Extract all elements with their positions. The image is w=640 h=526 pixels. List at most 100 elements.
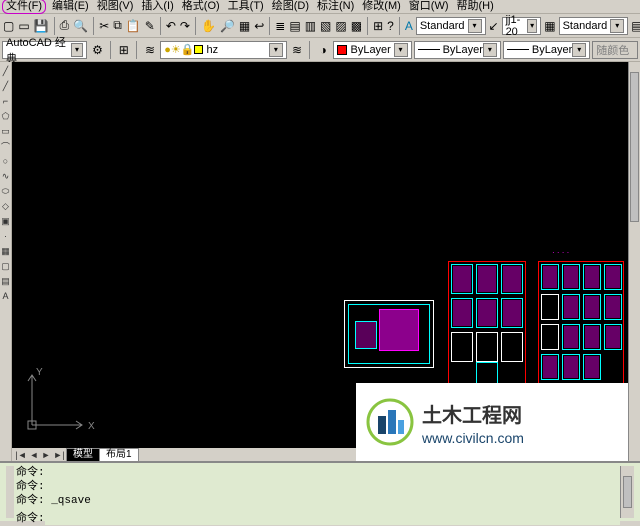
layermgr-icon[interactable]: ≋ xyxy=(142,41,158,59)
tablestyle-label: Standard xyxy=(563,20,608,32)
menu-view[interactable]: 视图(V) xyxy=(95,0,136,13)
layers-toolbar: AutoCAD 经典 ▾ ⚙ ⊞ ≋ ● ☀ 🔒 hz ▾ ≋ ◑ ByLaye… xyxy=(0,38,640,62)
logo-icon xyxy=(366,398,414,446)
properties-icon[interactable]: ≣ xyxy=(274,17,286,35)
cut-icon[interactable]: ✂ xyxy=(98,17,110,35)
zoomwin-icon[interactable]: ▦ xyxy=(238,17,251,35)
colorwheel-icon[interactable]: ◑ xyxy=(315,41,331,59)
tab-model[interactable]: 模型 xyxy=(66,448,100,461)
point-icon[interactable]: · xyxy=(1,229,11,243)
menu-file[interactable]: 文件(F) xyxy=(2,0,46,14)
plotstyle-dropdown[interactable]: 随颜色 xyxy=(592,41,638,59)
undo-icon[interactable]: ↶ xyxy=(165,17,177,35)
draw-toolbar: ╱ ╱ ⌐ ⬠ ▭ ⌒ ○ ∿ ⬭ ◇ ▣ · ▦ ▢ ▤ A xyxy=(0,62,12,461)
tab-nav-prev-icon[interactable]: ◄ xyxy=(28,448,40,462)
markup-icon[interactable]: ▨ xyxy=(334,17,347,35)
command-input[interactable] xyxy=(45,513,620,525)
open-icon[interactable]: ▭ xyxy=(17,17,30,35)
linetype-dropdown[interactable]: ByLayer ▾ xyxy=(414,41,501,59)
plot-icon[interactable]: ⎙ xyxy=(59,17,71,35)
region-icon[interactable]: ▢ xyxy=(1,259,11,273)
cmd-scrollbar[interactable] xyxy=(620,466,634,518)
color-dropdown[interactable]: ByLayer ▾ xyxy=(333,41,411,59)
menu-tools[interactable]: 工具(T) xyxy=(226,0,266,13)
tablestyle-icon[interactable]: ▦ xyxy=(543,17,556,35)
menu-dimension[interactable]: 标注(N) xyxy=(315,0,356,13)
circle-icon[interactable]: ○ xyxy=(1,154,11,168)
spline-icon[interactable]: ∿ xyxy=(1,169,11,183)
block-icon[interactable]: ▣ xyxy=(1,214,11,228)
zoom-icon[interactable]: 🔎 xyxy=(219,17,236,35)
tab-nav-first-icon[interactable]: |◄ xyxy=(14,448,28,462)
line-icon[interactable]: ╱ xyxy=(1,64,11,78)
xline-icon[interactable]: ╱ xyxy=(1,79,11,93)
lineweight-swatch xyxy=(507,49,529,50)
vertical-scrollbar[interactable] xyxy=(628,62,640,461)
scrollbar-thumb[interactable] xyxy=(630,72,639,222)
dimstyle2-icon[interactable]: ↙ xyxy=(488,17,500,35)
cmd-history-line: 命令: xyxy=(16,480,620,494)
scatter-marks: · · · · xyxy=(552,248,569,257)
dimstyle-icon[interactable]: A xyxy=(404,17,414,35)
sheetset-icon[interactable]: ▧ xyxy=(319,17,332,35)
plotstyle-label: 随颜色 xyxy=(596,42,629,58)
tab-nav-next-icon[interactable]: ► xyxy=(40,448,52,462)
tab-layout1[interactable]: 布局1 xyxy=(99,448,139,461)
tab-nav-last-icon[interactable]: ►| xyxy=(52,448,66,462)
toolpalette-icon[interactable]: ▥ xyxy=(304,17,317,35)
pan-icon[interactable]: ✋ xyxy=(200,17,217,35)
rect-icon[interactable]: ▭ xyxy=(1,124,11,138)
layer-dropdown[interactable]: ● ☀ 🔒 hz ▾ xyxy=(160,41,287,59)
separator xyxy=(160,17,161,35)
command-panel: 命令: 命令: 命令: _qsave 命令: xyxy=(0,461,640,521)
dimstyle2-dropdown[interactable]: jj1-20 ▾ xyxy=(502,17,542,35)
new-icon[interactable]: ▢ xyxy=(2,17,15,35)
copy-icon[interactable]: ⧉ xyxy=(112,17,123,35)
layer-name: hz xyxy=(206,44,218,56)
table-icon[interactable]: ▤ xyxy=(1,274,11,288)
insert-icon[interactable]: ◇ xyxy=(1,199,11,213)
cmd-grip[interactable] xyxy=(6,466,14,518)
menu-insert[interactable]: 插入(I) xyxy=(139,0,175,13)
menu-modify[interactable]: 修改(M) xyxy=(360,0,403,13)
paste-icon[interactable]: 📋 xyxy=(125,17,142,35)
menu-window[interactable]: 窗口(W) xyxy=(407,0,451,13)
save-icon[interactable]: 💾 xyxy=(33,17,50,35)
calc-icon[interactable]: ▩ xyxy=(350,17,363,35)
separator xyxy=(136,41,138,59)
menu-edit[interactable]: 编辑(E) xyxy=(50,0,91,13)
menu-draw[interactable]: 绘图(D) xyxy=(270,0,311,13)
preview-icon[interactable]: 🔍 xyxy=(72,17,89,35)
menu-help[interactable]: 帮助(H) xyxy=(455,0,496,13)
hatch-icon[interactable]: ▦ xyxy=(1,244,11,258)
extra1-icon[interactable]: ⊞ xyxy=(372,17,384,35)
ellipse-icon[interactable]: ⬭ xyxy=(1,184,11,198)
menu-format[interactable]: 格式(O) xyxy=(180,0,222,13)
redo-icon[interactable]: ↷ xyxy=(179,17,191,35)
wssettings-icon[interactable]: ⚙ xyxy=(89,41,105,59)
zoomprev-icon[interactable]: ↩ xyxy=(253,17,265,35)
tablestyle-dropdown[interactable]: Standard ▾ xyxy=(559,17,629,35)
workspace-dropdown[interactable]: AutoCAD 经典 ▾ xyxy=(2,41,87,59)
separator xyxy=(367,17,368,35)
sun-icon: ☀ xyxy=(171,43,181,56)
lineweight-dropdown[interactable]: ByLayer ▾ xyxy=(503,41,590,59)
pline-icon[interactable]: ⌐ xyxy=(1,94,11,108)
separator xyxy=(110,41,112,59)
color-swatch xyxy=(337,45,347,55)
menubar: 文件(F) 编辑(E) 视图(V) 插入(I) 格式(O) 工具(T) 绘图(D… xyxy=(0,0,640,14)
mlstyle-icon[interactable]: ▤ xyxy=(630,17,640,35)
text-icon[interactable]: A xyxy=(1,289,11,303)
layertools-icon[interactable]: ≋ xyxy=(289,41,305,59)
publish-icon[interactable]: ⊞ xyxy=(116,41,132,59)
cmd-prompt: 命令: xyxy=(16,512,45,526)
dimstyle-dropdown[interactable]: Standard ▾ xyxy=(416,17,486,35)
chevron-down-icon: ▾ xyxy=(572,43,586,57)
help-icon[interactable]: ? xyxy=(386,17,395,35)
arc-icon[interactable]: ⌒ xyxy=(1,139,11,153)
designctr-icon[interactable]: ▤ xyxy=(288,17,301,35)
polygon-icon[interactable]: ⬠ xyxy=(1,109,11,123)
match-icon[interactable]: ✎ xyxy=(144,17,156,35)
drawing-canvas[interactable]: · · · · Y X 土木工程网 www.civilcn.com xyxy=(12,62,628,461)
cmd-scroll-thumb[interactable] xyxy=(623,476,632,508)
